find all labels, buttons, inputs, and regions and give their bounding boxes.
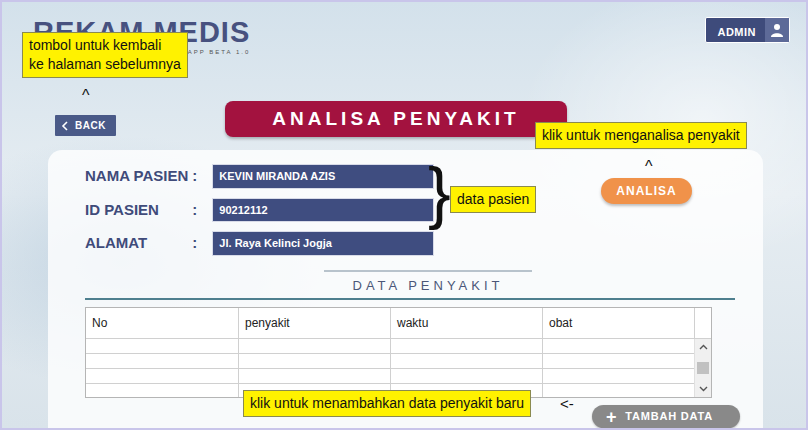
- table-cell[interactable]: [542, 354, 694, 368]
- disease-table: Nopenyakitwaktuobat: [85, 307, 712, 398]
- table-cell[interactable]: [238, 339, 390, 353]
- annotation-line: ke halaman sebelumnya: [29, 55, 181, 74]
- table-cell[interactable]: [86, 339, 238, 353]
- table-cell[interactable]: [86, 354, 238, 368]
- scrollbar[interactable]: [694, 339, 711, 397]
- user-icon: [770, 23, 784, 37]
- table-cell[interactable]: [86, 384, 238, 397]
- back-label: BACK: [75, 118, 106, 133]
- table-body-area: [86, 339, 711, 397]
- patient-field-label: ALAMAT: [85, 232, 188, 255]
- back-annotation: tombol untuk kembalike halaman sebelumny…: [22, 32, 188, 78]
- add-data-button[interactable]: + TAMBAH DATA: [592, 405, 740, 428]
- chevron-down-icon: [699, 386, 708, 392]
- table-row[interactable]: [86, 339, 694, 354]
- patient-field-separator: :: [192, 165, 208, 188]
- patient-field-value[interactable]: 90212112: [212, 198, 434, 223]
- patient-info: NAMA PASIEN:KEVIN MIRANDA AZISID PASIEN:…: [85, 164, 434, 256]
- column-header[interactable]: penyakit: [238, 308, 390, 338]
- scroll-up-button[interactable]: [695, 339, 711, 355]
- admin-label: ADMIN: [706, 18, 765, 42]
- content-panel: NAMA PASIEN:KEVIN MIRANDA AZISID PASIEN:…: [48, 150, 763, 428]
- chevron-up-icon: [699, 344, 708, 350]
- patient-field-separator: :: [192, 199, 208, 222]
- column-header[interactable]: No: [86, 308, 238, 338]
- table-cell[interactable]: [390, 339, 542, 353]
- table-cell[interactable]: [86, 369, 238, 383]
- analyze-annotation-pointer: ^: [645, 159, 653, 175]
- header-spacer: [694, 308, 711, 338]
- page-title: ANALISA PENYAKIT: [225, 101, 567, 137]
- scroll-down-button[interactable]: [695, 381, 711, 397]
- patient-field-value[interactable]: KEVIN MIRANDA AZIS: [212, 164, 434, 189]
- patient-field-label: ID PASIEN: [85, 199, 188, 222]
- back-annotation-pointer: ^: [82, 88, 90, 104]
- chevron-left-icon: [61, 121, 69, 131]
- add-annotation: klik untuk menambahkan data penyakit bar…: [243, 390, 531, 417]
- table-cell[interactable]: [542, 369, 694, 383]
- patient-field-value[interactable]: Jl. Raya Kelinci Jogja: [212, 231, 434, 256]
- admin-button[interactable]: ADMIN: [705, 17, 790, 43]
- analyze-annotation: klik untuk menganalisa penyakit: [535, 122, 747, 149]
- table-row[interactable]: [86, 369, 694, 384]
- annotation-line: klik untuk menambahkan data penyakit bar…: [250, 394, 524, 413]
- table-cell[interactable]: [390, 354, 542, 368]
- section-title: DATA PENYAKIT: [324, 270, 532, 296]
- user-icon-box: [765, 18, 789, 42]
- table-cell[interactable]: [390, 369, 542, 383]
- patient-row: NAMA PASIEN:KEVIN MIRANDA AZISID PASIEN:…: [85, 164, 740, 256]
- annotation-line: tombol untuk kembali: [29, 36, 181, 55]
- patient-field-separator: :: [192, 232, 208, 255]
- table-header: Nopenyakitwaktuobat: [86, 308, 711, 339]
- table-cell[interactable]: [542, 339, 694, 353]
- table-cell[interactable]: [238, 369, 390, 383]
- column-header[interactable]: waktu: [390, 308, 542, 338]
- add-annotation-pointer: <-: [560, 396, 574, 411]
- add-data-label: TAMBAH DATA: [625, 408, 713, 425]
- patient-annotation: data pasien: [450, 186, 536, 213]
- app-window: REKAM MEDIS APP BETA 1.0 ADMIN BACK ANAL…: [0, 0, 808, 430]
- plus-icon: +: [606, 408, 617, 426]
- patient-annotation-brace: }: [428, 158, 451, 226]
- analyze-button[interactable]: ANALISA: [601, 178, 692, 204]
- table-cell[interactable]: [238, 354, 390, 368]
- section-divider: [85, 298, 735, 300]
- annotation-line: klik untuk menganalisa penyakit: [542, 126, 740, 145]
- table-body: [86, 339, 694, 397]
- scroll-thumb[interactable]: [697, 362, 709, 374]
- back-button[interactable]: BACK: [55, 115, 116, 136]
- column-header[interactable]: obat: [542, 308, 694, 338]
- annotation-line: data pasien: [457, 190, 529, 209]
- table-row[interactable]: [86, 354, 694, 369]
- patient-field-label: NAMA PASIEN: [85, 165, 188, 188]
